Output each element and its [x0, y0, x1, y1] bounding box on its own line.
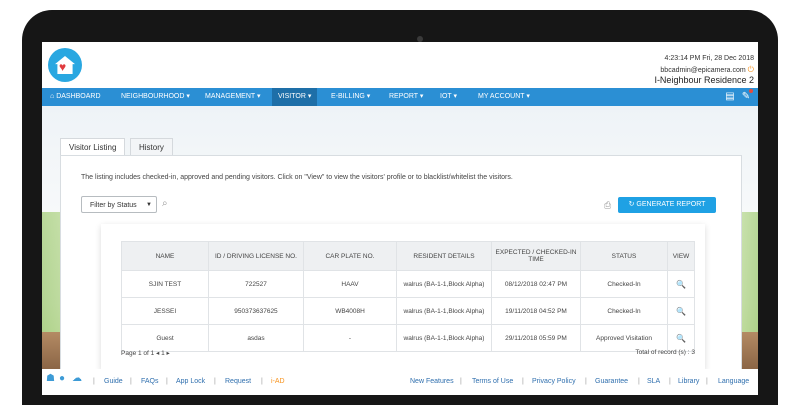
user-email: bbcadmin@epicamera.com [660, 67, 746, 74]
cell-view: 🔍 [667, 270, 695, 298]
footer-link-app-lock[interactable]: App Lock [176, 378, 205, 385]
listing-description: The listing includes checked-in, approve… [81, 174, 513, 181]
generate-report-button[interactable]: ↻ GENERATE REPORT [618, 197, 716, 213]
power-icon[interactable]: ⏻ [748, 65, 754, 74]
cell-time: 08/12/2018 02:47 PM [491, 270, 581, 298]
print-icon[interactable]: ⎙ [604, 200, 611, 211]
nav-ebilling[interactable]: E-BILLING ▾ [325, 88, 376, 106]
col-header-resident[interactable]: RESIDENT DETAILS [396, 241, 492, 271]
col-header-status[interactable]: STATUS [580, 241, 668, 271]
cell-id: asdas [208, 324, 304, 352]
notification-icon[interactable]: ✎ [740, 89, 753, 103]
col-header-name[interactable]: NAME [121, 241, 209, 271]
cell-name: SJIN TEST [121, 270, 209, 298]
separator: | [585, 378, 587, 385]
home-icon: ⌂ [50, 93, 55, 100]
clock-text: 4:23:14 PM Fri, 28 Dec 2018 [664, 55, 755, 62]
cell-resident: walrus (BA-1-1,Block Alpha) [396, 270, 492, 298]
separator: | [214, 378, 216, 385]
table-row: SJIN TEST 722527 HAAV walrus (BA-1-1,Blo… [121, 270, 695, 298]
android-icon[interactable]: ☗ [46, 373, 55, 384]
refresh-icon: ↻ [628, 201, 635, 208]
cell-name: Guest [121, 324, 209, 352]
cell-time: 29/11/2018 05:59 PM [491, 324, 581, 352]
cell-view: 🔍 [667, 324, 695, 352]
cell-view: 🔍 [667, 297, 695, 325]
col-header-id[interactable]: ID / DRIVING LICENSE NO. [208, 241, 304, 271]
col-header-plate[interactable]: CAR PLATE NO. [303, 241, 397, 271]
table-row: JESSEI 950373637625 WB4008H walrus (BA-1… [121, 297, 695, 325]
cell-status: Checked-In [580, 297, 668, 325]
footer-link-terms[interactable]: Terms of Use [472, 378, 513, 385]
residence-name: I-Neighbour Residence 2 [654, 75, 754, 85]
separator: | [706, 378, 708, 385]
nav-visitor[interactable]: VISITOR ▾ [272, 88, 318, 106]
separator: | [460, 378, 462, 385]
chat-icon[interactable]: ☁ [72, 373, 82, 384]
separator: | [522, 378, 524, 385]
col-header-time[interactable]: EXPECTED / CHECKED-IN TIME [491, 241, 581, 271]
document-icon[interactable]: ▤ [724, 90, 736, 103]
total-records: Total of record (s) : 3 [635, 349, 695, 356]
nav-dashboard-label: DASHBOARD [56, 93, 101, 100]
separator: | [669, 378, 671, 385]
footer-link-request[interactable]: Request [225, 378, 251, 385]
separator: | [261, 378, 263, 385]
footer-link-iad[interactable]: i-AD [271, 378, 285, 385]
view-icon[interactable]: 🔍 [676, 334, 686, 343]
view-icon[interactable]: 🔍 [676, 280, 686, 289]
pagination[interactable]: Page 1 of 1 ◂ 1 ▸ [121, 349, 170, 357]
cell-time: 19/11/2018 04:52 PM [491, 297, 581, 325]
nav-dashboard[interactable]: ⌂ DASHBOARD [44, 88, 107, 106]
footer-link-sla[interactable]: SLA [647, 378, 660, 385]
cell-id: 722527 [208, 270, 304, 298]
footer-link-guarantee[interactable]: Guarantee [595, 378, 628, 385]
app-header: ♥ 4:23:14 PM Fri, 28 Dec 2018 bbcadmin@e… [42, 42, 758, 88]
visitor-listing-panel: The listing includes checked-in, approve… [60, 155, 742, 371]
cell-id: 950373637625 [208, 297, 304, 325]
heart-icon: ♥ [59, 60, 67, 74]
col-header-view: VIEW [667, 241, 695, 271]
status-filter-label: Filter by Status [90, 202, 137, 209]
search-icon[interactable]: ⌕ [162, 198, 168, 209]
footer-link-faqs[interactable]: FAQs [141, 378, 159, 385]
cell-resident: walrus (BA-1-1,Block Alpha) [396, 297, 492, 325]
main-nav: ⌂ DASHBOARD NEIGHBOURHOOD ▾ MANAGEMENT ▾… [42, 88, 758, 106]
cell-resident: walrus (BA-1-1,Block Alpha) [396, 324, 492, 352]
notification-badge [749, 89, 753, 93]
caret-down-icon: ▼ [146, 202, 152, 208]
nav-neighbourhood[interactable]: NEIGHBOURHOOD ▾ [115, 88, 196, 106]
separator: | [130, 378, 132, 385]
separator: | [638, 378, 640, 385]
footer-link-library[interactable]: Library [678, 378, 699, 385]
status-filter-select[interactable]: Filter by Status ▼ [81, 196, 157, 213]
cell-status: Approved Visitation [580, 324, 668, 352]
footer-link-guide[interactable]: Guide [104, 378, 123, 385]
generate-report-label: GENERATE REPORT [636, 201, 706, 208]
separator: | [166, 378, 168, 385]
app-screen: ♥ 4:23:14 PM Fri, 28 Dec 2018 bbcadmin@e… [42, 42, 758, 395]
table-row: Guest asdas - walrus (BA-1-1,Block Alpha… [121, 324, 695, 352]
footer-link-new-features[interactable]: New Features [410, 378, 454, 385]
cell-plate: HAAV [303, 270, 397, 298]
footer-link-privacy[interactable]: Privacy Policy [532, 378, 576, 385]
nav-iot[interactable]: IOT ▾ [434, 88, 463, 106]
footer-link-language[interactable]: Language [718, 378, 749, 385]
cell-name: JESSEI [121, 297, 209, 325]
cell-status: Checked-In [580, 270, 668, 298]
table-card: NAME ID / DRIVING LICENSE NO. CAR PLATE … [101, 224, 705, 370]
user-info: bbcadmin@epicamera.com ⏻ [660, 65, 754, 75]
view-icon[interactable]: 🔍 [676, 307, 686, 316]
apple-icon[interactable]: ● [59, 373, 65, 384]
app-logo[interactable]: ♥ [48, 48, 82, 82]
cell-plate: WB4008H [303, 297, 397, 325]
cell-plate: - [303, 324, 397, 352]
nav-report[interactable]: REPORT ▾ [383, 88, 429, 106]
nav-management[interactable]: MANAGEMENT ▾ [199, 88, 267, 106]
separator: | [93, 378, 95, 385]
nav-my-account[interactable]: MY ACCOUNT ▾ [472, 88, 536, 106]
app-footer: ☗ ● ☁ | Guide | FAQs | App Lock | Reques… [42, 369, 758, 395]
visitor-table: NAME ID / DRIVING LICENSE NO. CAR PLATE … [121, 241, 695, 352]
table-header-row: NAME ID / DRIVING LICENSE NO. CAR PLATE … [121, 241, 695, 271]
